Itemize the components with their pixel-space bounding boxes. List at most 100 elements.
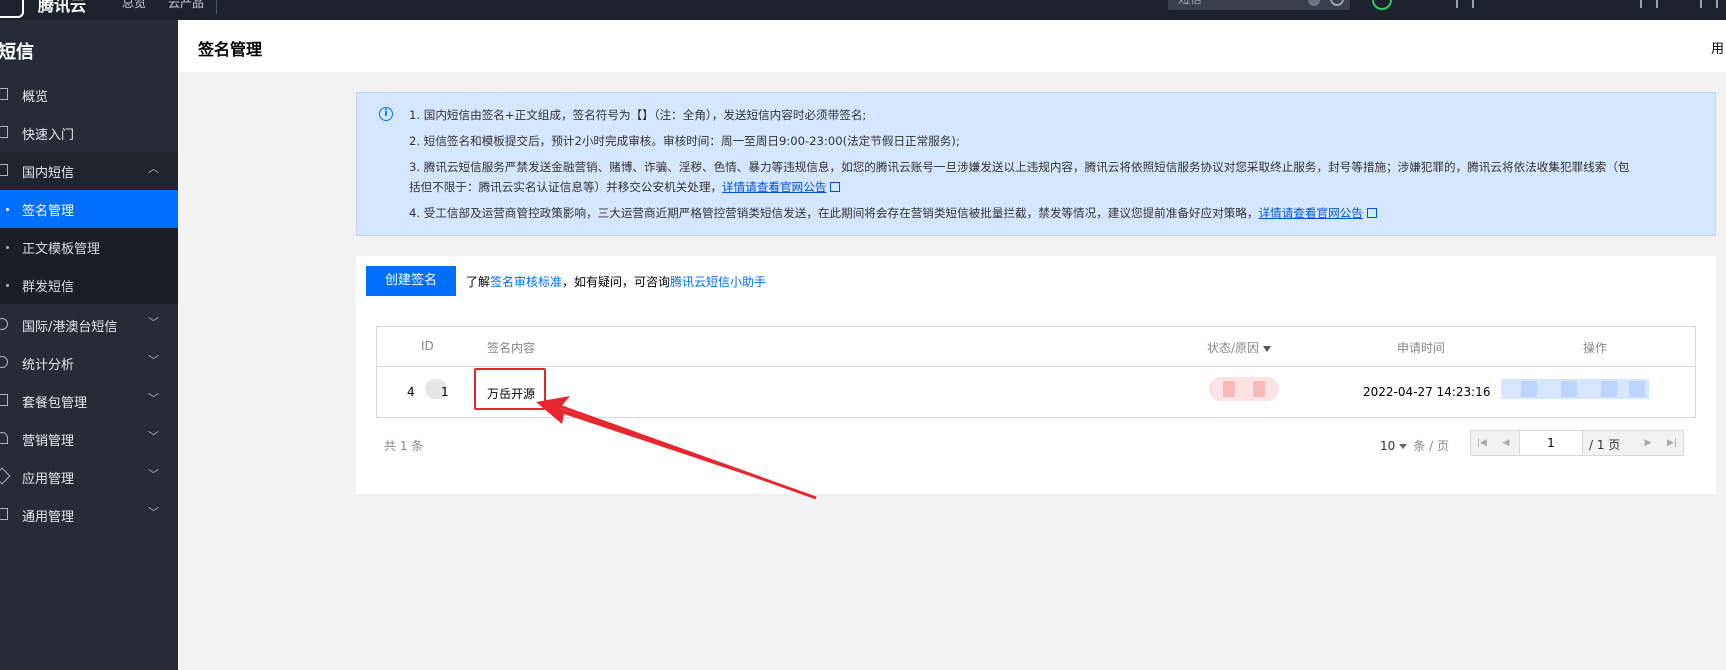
review-standard-link[interactable]: 签名审核标准 [490,275,562,289]
pie-chart-icon [0,356,8,368]
next-page-icon[interactable]: ▶ [1637,431,1659,455]
external-link-icon[interactable] [830,181,841,192]
page-number-input[interactable]: 1 [1519,431,1583,455]
user-icon[interactable] [1700,0,1718,8]
column-content: 签名内容 [487,341,536,355]
sidebar-item-templates[interactable]: 正文模板管理 [0,228,178,266]
search-text: 短信 [1178,0,1202,7]
sidebar-item-domestic-sms[interactable]: 国内短信 ︿ [0,152,178,190]
sidebar-item-label: 套餐包管理 [22,396,88,411]
doc-icon[interactable] [1456,0,1474,8]
top-divider [216,0,217,14]
sidebar-item-label: 签名管理 [22,204,75,219]
chevron-down-icon: ﹀ [148,506,159,519]
page-size-unit: 条 / 页 [1413,439,1449,453]
package-icon [0,394,8,406]
sidebar-item-quickstart[interactable]: 快速入门 [0,114,178,152]
notice-line-4-text: 4. 受工信部及运营商管控政策影响，三大运营商近期严格管控营销类短信发送，在此期… [409,206,1259,220]
caret-down-icon [1399,444,1408,449]
chevron-down-icon: ﹀ [148,316,159,329]
announcement-link[interactable]: 详情请查看官网公告 [722,180,826,194]
book-icon [0,126,8,138]
sliders-icon [0,508,8,520]
sidebar-item-statistics[interactable]: 统计分析 ﹀ [0,344,178,382]
page-size-select[interactable]: 10 条 / 页 [1380,437,1449,454]
annotation-highlight-box [474,368,546,410]
sidebar-item-label: 国际/港澳台短信 [22,320,118,335]
external-link-icon[interactable] [1366,207,1377,218]
sidebar-item-apps[interactable]: 应用管理 ﹀ [0,458,178,496]
search-icon[interactable] [1330,0,1344,6]
column-status-label: 状态/原因 [1207,341,1260,355]
sidebar: 短信 概览 快速入门 国内短信 ︿ 签名管理 正文模板管理 群发短信 国际/港澳… [0,20,178,670]
notice-line-3b: 括但不限于：腾讯云实名认证信息等）并移交公安机关处理，详情请查看官网公告 [409,179,841,195]
top-nav-overview[interactable]: 总览 [122,0,146,11]
sidebar-item-label: 概览 [22,90,49,105]
row-apply-time: 2022-04-27 14:23:16 [1363,385,1491,399]
sidebar-title: 短信 [0,42,34,63]
notice-line-3b-text: 括但不限于：腾讯云实名认证信息等）并移交公安机关处理， [409,180,723,194]
chevron-down-icon: ﹀ [148,354,159,367]
announcement-link[interactable]: 详情请查看官网公告 [1259,206,1363,220]
page-size-value: 10 [1380,439,1396,453]
page-title: 签名管理 [198,40,263,59]
sidebar-item-label: 群发短信 [22,280,75,295]
sidebar-item-label: 统计分析 [22,358,75,373]
column-id: ID [421,339,434,353]
notice-line-4: 4. 受工信部及运营商管控政策影响，三大运营商近期严格管控营销类短信发送，在此期… [409,205,1377,221]
bullet-icon [6,284,9,287]
info-icon: i [379,107,393,121]
globe-icon [0,318,8,330]
column-status[interactable]: 状态/原因 [1207,339,1272,356]
top-search-input[interactable]: 短信 [1168,0,1350,10]
bullet-icon [6,246,9,249]
sidebar-item-international-sms[interactable]: 国际/港澳台短信 ﹀ [0,306,178,344]
grid-icon [0,88,8,100]
notice-line-2: 2. 短信签名和模板提交后，预计2小时完成审核。审核时间：周一至周日9:00-2… [409,134,960,148]
sidebar-item-bulk-sms[interactable]: 群发短信 [0,266,178,304]
chevron-down-icon: ﹀ [148,468,159,481]
sms-assistant-link[interactable]: 腾讯云短信小助手 [670,275,766,289]
pagination: |◀ ◀ 1 / 1 页 ▶ ▶| [1470,430,1684,456]
sidebar-item-packages[interactable]: 套餐包管理 ﹀ [0,382,178,420]
redacted-actions[interactable] [1501,379,1649,399]
toolbar-hint: 了解签名审核标准，如有疑问，可咨询腾讯云短信小助手 [466,273,766,290]
first-page-icon[interactable]: |◀ [1471,431,1493,455]
total-count: 共 1 条 [384,439,424,453]
prev-page-icon[interactable]: ◀ [1495,431,1517,455]
row-id-prefix: 4 [407,385,415,399]
hint-middle: ，如有疑问，可咨询 [562,275,671,289]
top-nav-products[interactable]: 云产品 [168,0,204,11]
sidebar-item-overview[interactable]: 概览 [0,76,178,114]
message-icon [0,164,8,176]
header-right-text[interactable]: 用 [1711,38,1724,57]
create-signature-button[interactable]: 创建签名 [366,266,456,296]
bell-icon[interactable] [1640,0,1658,8]
sidebar-item-label: 应用管理 [22,472,75,487]
sidebar-item-signature[interactable]: 签名管理 [0,190,178,228]
sidebar-item-label: 营销管理 [22,434,75,449]
chevron-down-icon: ﹀ [148,392,159,405]
status-check-icon[interactable] [1372,0,1392,10]
notice-box: i 1. 国内短信由签名+正文组成，签名符号为【】（注：全角），发送短信内容时必… [356,92,1716,236]
signature-card: 创建签名 了解签名审核标准，如有疑问，可咨询腾讯云短信小助手 ID 签名内容 状… [356,256,1716,494]
sidebar-item-marketing[interactable]: 营销管理 ﹀ [0,420,178,458]
signature-table: ID 签名内容 状态/原因 申请时间 操作 4 1 万岳开源 2022-04-2… [376,326,1696,418]
column-time: 申请时间 [1397,341,1446,355]
top-navbar: 腾讯云 总览 云产品 短信 [0,0,1726,20]
chevron-down-icon: ﹀ [148,430,159,443]
notice-line-3a: 3. 腾讯云短信服务严禁发送金融营销、赌博、诈骗、淫秽、色情、暴力等违规信息，如… [409,160,1630,174]
submenu-domestic-sms: 签名管理 正文模板管理 群发短信 [0,190,178,304]
sidebar-item-label: 快速入门 [22,128,75,143]
page-total: / 1 页 [1589,438,1621,452]
filter-icon[interactable] [1263,345,1272,352]
tencent-cloud-logo-icon[interactable] [0,0,24,18]
table-header: ID 签名内容 状态/原因 申请时间 操作 [377,327,1695,367]
row-id-suffix: 1 [441,385,449,399]
logo-text[interactable]: 腾讯云 [38,0,86,16]
clear-icon[interactable] [1308,0,1320,6]
last-page-icon[interactable]: ▶| [1661,431,1683,455]
chevron-up-icon: ︿ [148,162,159,175]
sidebar-item-general[interactable]: 通用管理 ﹀ [0,496,178,534]
bullet-icon [6,208,9,211]
